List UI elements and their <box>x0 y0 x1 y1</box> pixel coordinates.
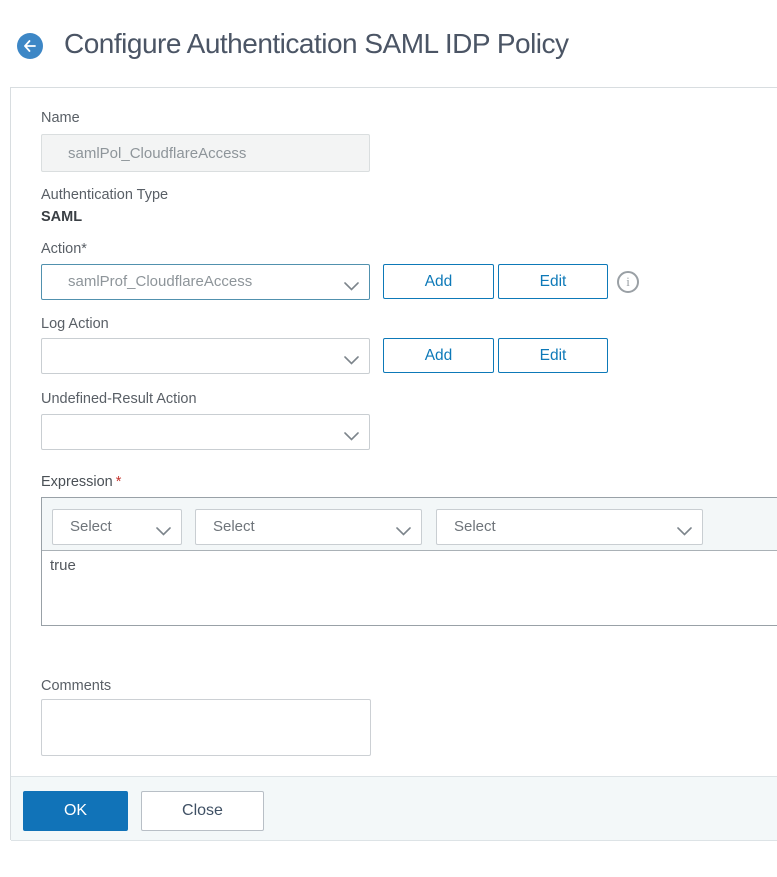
log-action-add-button[interactable]: Add <box>383 338 494 373</box>
required-asterisk: * <box>115 474 122 490</box>
action-select[interactable]: samlProf_CloudflareAccess <box>41 264 370 300</box>
chevron-down-icon <box>396 523 411 541</box>
log-action-select[interactable] <box>41 338 370 374</box>
info-icon[interactable]: i <box>617 271 639 293</box>
expression-operand-select-2[interactable]: Select <box>195 509 422 545</box>
comments-label: Comments <box>41 678 112 694</box>
expression-toolbar: Select Select Select <box>42 498 777 551</box>
form-footer: OK Close <box>11 776 777 841</box>
name-label: Name <box>41 110 80 126</box>
log-action-edit-button[interactable]: Edit <box>498 338 608 373</box>
expression-operand-select-3[interactable]: Select <box>436 509 703 545</box>
chevron-down-icon <box>344 278 359 296</box>
chevron-down-icon <box>677 523 692 541</box>
form-panel: Name Authentication Type SAML Action* sa… <box>10 87 777 841</box>
log-action-label: Log Action <box>41 316 109 332</box>
comments-input[interactable] <box>41 699 371 756</box>
expression-input[interactable]: true <box>42 551 777 625</box>
chevron-down-icon <box>156 523 171 541</box>
chevron-down-icon <box>344 352 359 370</box>
chevron-down-icon <box>344 428 359 446</box>
back-button[interactable] <box>17 33 43 59</box>
auth-type-label: Authentication Type <box>41 187 169 203</box>
undefined-result-action-select[interactable] <box>41 414 370 450</box>
action-label: Action* <box>41 241 87 257</box>
auth-type-value: SAML <box>41 209 83 225</box>
ok-button[interactable]: OK <box>23 791 128 831</box>
page-title: Configure Authentication SAML IDP Policy <box>64 28 569 59</box>
action-edit-button[interactable]: Edit <box>498 264 608 299</box>
expression-editor: Select Select Select true <box>41 497 777 626</box>
expression-operand-select-1[interactable]: Select <box>52 509 182 545</box>
close-button[interactable]: Close <box>141 791 264 831</box>
undefined-result-action-label: Undefined-Result Action <box>41 391 197 407</box>
action-select-value: samlProf_CloudflareAccess <box>68 273 253 290</box>
action-add-button[interactable]: Add <box>383 264 494 299</box>
arrow-left-icon <box>23 40 37 52</box>
expression-label: Expression * <box>41 474 122 490</box>
page-header: Configure Authentication SAML IDP Policy <box>0 0 777 87</box>
name-input[interactable] <box>41 134 370 172</box>
